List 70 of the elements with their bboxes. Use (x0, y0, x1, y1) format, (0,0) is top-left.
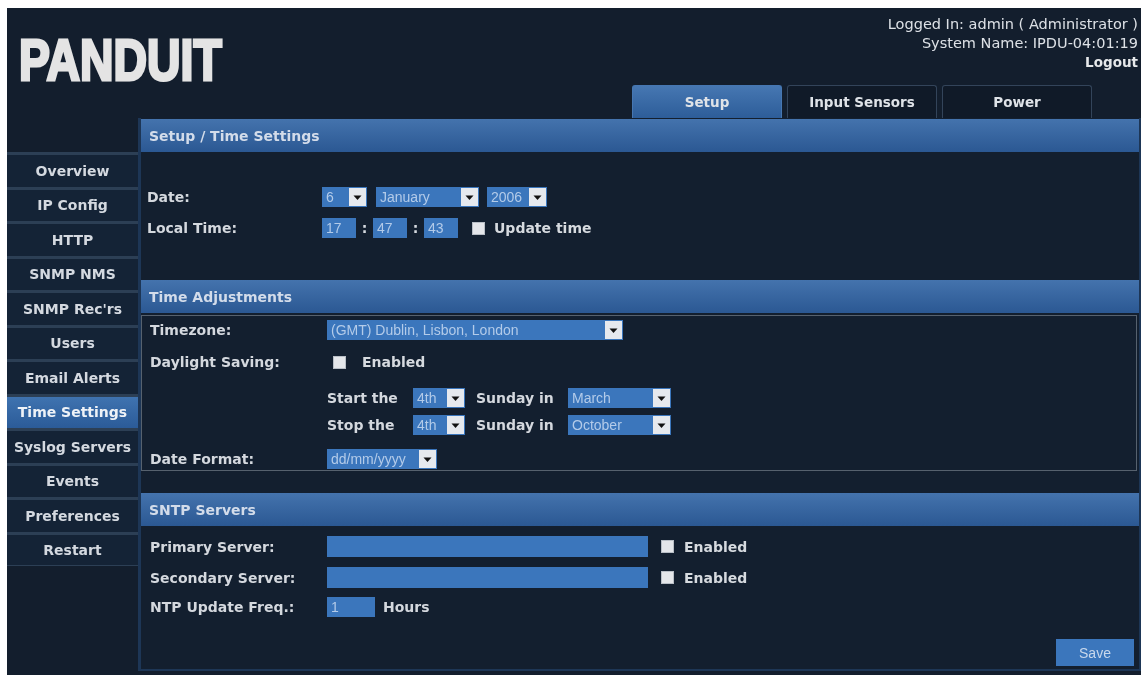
day-select[interactable]: 6 (322, 187, 367, 207)
sidebar-item[interactable]: Preferences (7, 497, 138, 532)
sidebar-item[interactable]: Events (7, 462, 138, 497)
sidebar-item[interactable]: HTTP (7, 221, 138, 256)
time-separator: : (411, 220, 420, 236)
seconds-field[interactable]: 43 (424, 218, 458, 238)
rule-label: Sunday in (476, 390, 555, 406)
checkbox[interactable] (472, 221, 485, 235)
caret-down-icon (529, 188, 546, 206)
field-label: Date: (146, 189, 191, 205)
field-label: Primary Server: (149, 538, 276, 555)
week-select[interactable]: 4th (413, 388, 465, 408)
field-label: Date Format: (149, 451, 255, 467)
week-select[interactable]: 4th (413, 415, 465, 435)
caret-down-icon (653, 389, 670, 407)
sidebar-item[interactable]: SNMP Rec'rs (7, 290, 138, 325)
timezone-select[interactable]: (GMT) Dublin, Lisbon, London (327, 320, 623, 340)
checkbox[interactable] (333, 355, 346, 369)
rule-label: Stop the (327, 417, 396, 433)
month-select[interactable]: January (376, 187, 479, 207)
sidebar-item[interactable]: IP Config (7, 186, 138, 221)
rule-label: Sunday in (476, 417, 555, 433)
field-label: Timezone: (149, 322, 233, 338)
section-header: SNTP Servers (141, 493, 1139, 526)
server-field[interactable] (327, 567, 648, 588)
checkbox[interactable] (661, 540, 674, 553)
logged-in-text: Logged In: admin ( Administrator ) (887, 15, 1138, 34)
time-separator: : (360, 220, 369, 236)
nav-tab[interactable]: Input Sensors (787, 85, 937, 118)
checkbox-label: Enabled (684, 569, 748, 586)
nav-tab[interactable]: Power (942, 85, 1092, 118)
frequency-field[interactable]: 1 (327, 597, 375, 617)
sidebar-item[interactable]: SNMP NMS (7, 255, 138, 290)
sidebar-item[interactable]: Email Alerts (7, 359, 138, 394)
field-label: Local Time: (146, 220, 238, 236)
logo: PANDUIT (19, 31, 222, 89)
unit-label: Hours (383, 599, 430, 615)
caret-down-icon (653, 416, 670, 434)
caret-down-icon (419, 450, 436, 468)
sidebar-item[interactable]: Restart (7, 531, 138, 566)
rule-label: Start the (327, 390, 399, 406)
caret-down-icon (447, 416, 464, 434)
year-select[interactable]: 2006 (487, 187, 547, 207)
save-button[interactable]: Save (1056, 639, 1134, 666)
sidebar-item[interactable]: Syslog Servers (7, 428, 138, 463)
field-label: NTP Update Freq.: (149, 599, 296, 615)
sidebar-item[interactable]: Time Settings (7, 393, 138, 428)
date-format-select[interactable]: dd/mm/yyyy (327, 449, 437, 469)
checkbox[interactable] (661, 571, 674, 584)
checkbox-label: Update time (494, 220, 592, 236)
month-select[interactable]: March (568, 388, 671, 408)
section-header: Setup / Time Settings (141, 119, 1139, 152)
checkbox-label: Enabled (684, 538, 748, 555)
section-header: Time Adjustments (141, 280, 1139, 313)
caret-down-icon (447, 389, 464, 407)
caret-down-icon (349, 188, 366, 206)
sidebar-item[interactable]: Users (7, 324, 138, 359)
month-select[interactable]: October (568, 415, 671, 435)
server-field[interactable] (327, 536, 648, 557)
caret-down-icon (461, 188, 478, 206)
logout-link[interactable]: Logout (1085, 53, 1138, 72)
minutes-field[interactable]: 47 (373, 218, 407, 238)
field-label: Secondary Server: (149, 569, 297, 586)
nav-tab[interactable]: Setup (632, 85, 782, 118)
system-name-text: System Name: IPDU-04:01:19 (921, 34, 1138, 53)
sidebar-item[interactable]: Overview (7, 152, 138, 187)
field-label: Daylight Saving: (149, 354, 281, 370)
hours-field[interactable]: 17 (322, 218, 356, 238)
caret-down-icon (605, 321, 622, 339)
checkbox-label: Enabled (362, 354, 426, 370)
